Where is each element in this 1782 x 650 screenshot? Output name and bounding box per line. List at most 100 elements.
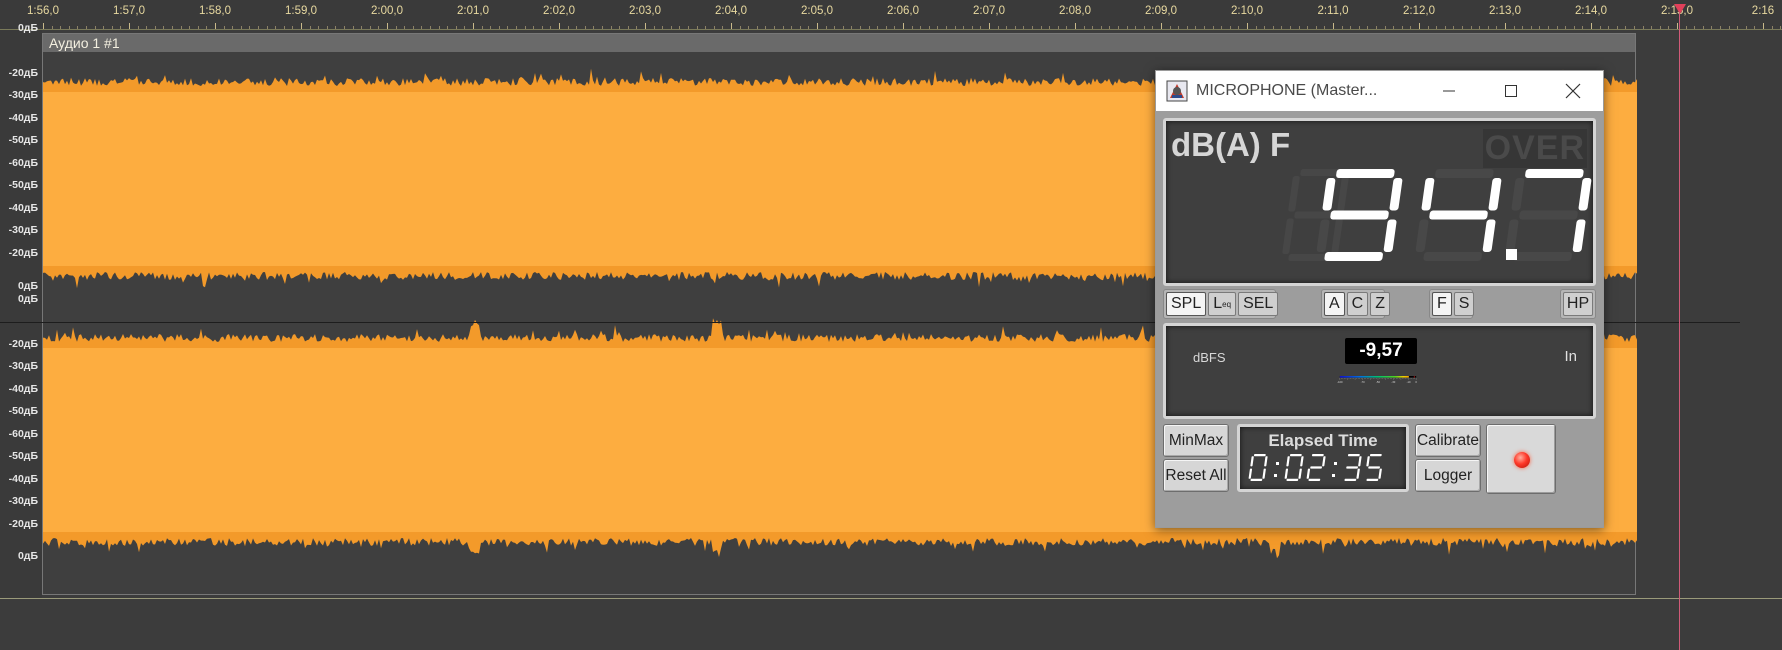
ruler-minor-tick [1496, 26, 1498, 29]
minmax-button[interactable]: MinMax [1163, 424, 1229, 457]
ruler-minor-tick [94, 26, 96, 29]
ruler-minor-tick [1642, 26, 1644, 29]
ruler-major-tick [301, 23, 302, 29]
segment-b [1322, 456, 1326, 467]
ruler-minor-tick [292, 26, 294, 29]
ruler-major-tick [817, 23, 818, 29]
ruler-minor-tick [77, 26, 79, 29]
selector-button-a[interactable]: A [1324, 292, 1345, 316]
ruler-minor-tick [464, 26, 466, 29]
db-scale-label: -60дБ [8, 428, 38, 440]
logger-button[interactable]: Logger [1415, 459, 1481, 492]
timeline-ruler[interactable]: 1:56,0 1:57,0 1:58,0 1:59,0 2:00,0 2:01,0 2:02… [0, 0, 1782, 30]
ruler-major-tick [989, 23, 990, 29]
window-title-bar[interactable]: MICROPHONE (Master... [1156, 71, 1603, 111]
minimize-button[interactable] [1418, 71, 1480, 111]
selector-button-sel[interactable]: SEL [1238, 292, 1279, 316]
selector-button-c[interactable]: C [1346, 292, 1369, 316]
ruler-minor-tick [404, 26, 406, 29]
ruler-tick-label: 1:59,0 [285, 5, 317, 17]
db-scale-label: -20дБ [8, 338, 38, 350]
ruler-minor-tick [1281, 26, 1283, 29]
ruler-minor-tick [137, 26, 139, 29]
db-scale-label: -40дБ [8, 112, 38, 124]
selector-button-label: Z [1375, 295, 1386, 312]
ruler-minor-tick [1229, 26, 1231, 29]
segment-d [1344, 478, 1357, 481]
ruler-minor-tick [68, 26, 70, 29]
segment-e [1505, 219, 1519, 252]
elapsed-digit [1248, 454, 1268, 481]
weighting-label: dB(A) F [1171, 126, 1291, 163]
ruler-minor-tick [928, 26, 930, 29]
db-scale-label: -60дБ [8, 157, 38, 169]
ruler-minor-tick [1195, 26, 1197, 29]
ruler-minor-tick [782, 26, 784, 29]
ruler-minor-tick [576, 26, 578, 29]
selector-button-s[interactable]: S [1453, 292, 1475, 316]
segment-c [1356, 468, 1360, 479]
maximize-button[interactable] [1480, 71, 1542, 111]
ruler-minor-tick [1092, 26, 1094, 29]
selector-button-l[interactable]: Leq [1208, 292, 1237, 316]
ruler-tick-label: 2:00,0 [371, 5, 403, 17]
ruler-minor-tick [842, 26, 844, 29]
segment-b [1578, 178, 1592, 211]
ruler-minor-tick [1100, 26, 1102, 29]
ruler-minor-tick [51, 26, 53, 29]
ruler-major-tick [1333, 23, 1334, 29]
level-scale-label: 0 [1415, 380, 1417, 384]
ruler-minor-tick [1410, 26, 1412, 29]
ruler-minor-tick [946, 26, 947, 29]
segment-e [1284, 468, 1289, 479]
spl-meter-window[interactable]: MICROPHONE (Master... dB(A) F OVER SPL Le… [1155, 70, 1604, 528]
ruler-minor-tick [602, 26, 603, 29]
ruler-minor-tick [825, 26, 827, 29]
time-weighting-selector: FS [1429, 289, 1475, 319]
db-scale-label: -50дБ [8, 450, 38, 462]
hp-button[interactable]: HP [1563, 292, 1593, 316]
playhead-marker-icon[interactable] [1674, 4, 1686, 14]
ruler-minor-tick [447, 26, 449, 29]
weighting-selector: ACZ [1321, 289, 1391, 319]
segment-g [1330, 210, 1389, 220]
segment-g [1346, 466, 1358, 469]
close-button[interactable] [1542, 71, 1604, 111]
ruler-minor-tick [610, 26, 612, 29]
ruler-minor-tick [868, 26, 870, 29]
elapsed-digit [1344, 454, 1362, 481]
ruler-minor-tick [963, 26, 965, 29]
selector-button-z[interactable]: Z [1370, 292, 1391, 316]
track-title[interactable]: Аудио 1 #1 [43, 34, 1635, 52]
ruler-minor-tick [490, 26, 492, 29]
ruler-minor-tick [1178, 26, 1180, 29]
calibrate-button[interactable]: Calibrate [1415, 424, 1481, 457]
ruler-minor-tick [1057, 26, 1059, 29]
selector-button-subscript: eq [1222, 299, 1232, 309]
ruler-minor-tick [86, 26, 87, 29]
ruler-minor-tick [1668, 26, 1670, 29]
ruler-minor-tick [1444, 26, 1446, 29]
ruler-minor-tick [275, 26, 277, 29]
playhead-line[interactable] [1679, 12, 1680, 650]
db-scale-label: 0дБ [17, 280, 38, 292]
selector-button-f[interactable]: F [1432, 292, 1452, 316]
ruler-tick-label: 2:11,0 [1317, 5, 1349, 17]
ruler-minor-tick [1376, 26, 1377, 29]
selector-button-spl[interactable]: SPL [1166, 292, 1207, 316]
ruler-major-tick [645, 23, 646, 29]
ruler-minor-tick [1109, 26, 1111, 29]
maximize-icon [1505, 85, 1517, 97]
ruler-minor-tick [352, 26, 354, 29]
spl-display: dB(A) F OVER [1163, 118, 1596, 286]
ruler-major-tick [1247, 23, 1248, 29]
db-scale-label: -40дБ [8, 473, 38, 485]
ruler-minor-tick [1616, 26, 1618, 29]
segment-e [1316, 219, 1330, 252]
selector-row: SPL Leq SEL ACZ FS HP [1163, 289, 1596, 319]
segment-b [1300, 456, 1304, 467]
ruler-minor-tick [1367, 26, 1369, 29]
ruler-minor-tick [1780, 26, 1782, 29]
reset-all-button[interactable]: Reset All [1163, 459, 1229, 492]
record-button[interactable] [1486, 424, 1556, 494]
